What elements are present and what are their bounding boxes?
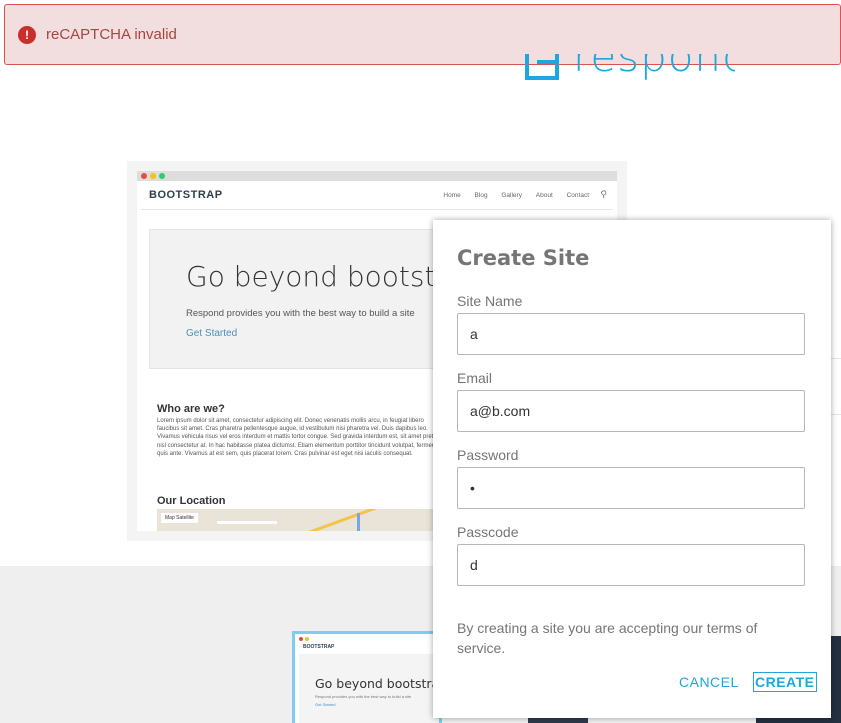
logo-text: respond xyxy=(573,54,735,81)
preview-menu-item: Home xyxy=(443,192,461,199)
exclamation-circle-icon: ! xyxy=(18,26,36,44)
password-input[interactable] xyxy=(457,467,805,509)
preview-hero-subtitle: Respond provides you with the best way t… xyxy=(186,308,415,319)
map-road xyxy=(357,513,360,531)
logo-mark-icon xyxy=(525,54,559,80)
terms-text: By creating a site you are accepting our… xyxy=(457,620,758,656)
passcode-input[interactable] xyxy=(457,544,805,586)
preview-menu-item: About xyxy=(535,192,553,199)
preview-menu-item: Blog xyxy=(474,192,488,199)
passcode-label: Passcode xyxy=(457,524,519,540)
preview-heading-who: Who are we? xyxy=(157,403,225,415)
thumb-link: Get Started xyxy=(315,702,336,707)
divider xyxy=(830,358,841,359)
divider xyxy=(830,414,841,415)
preview-hero-link: Get Started xyxy=(186,328,238,339)
preview-navbar: BOOTSTRAP Home Blog Gallery About Contac… xyxy=(141,181,613,210)
preview-window-chrome xyxy=(137,171,617,181)
preview-heading-location: Our Location xyxy=(157,495,226,507)
preview-map: Map Satellite xyxy=(157,509,447,531)
minimize-dot-icon xyxy=(150,173,156,179)
password-label: Password xyxy=(457,447,519,463)
email-input[interactable] xyxy=(457,390,805,432)
thumb-brand: BOOTSTRAP xyxy=(303,644,335,650)
search-icon: ⚲ xyxy=(600,189,607,199)
site-name-input[interactable] xyxy=(457,313,805,355)
alert-message: reCAPTCHA invalid xyxy=(46,26,177,43)
preview-lorem: Lorem ipsum dolor sit amet, consectetur … xyxy=(157,418,446,457)
respond-logo: respond xyxy=(525,54,735,84)
close-dot-icon xyxy=(141,173,147,179)
email-label: Email xyxy=(457,370,493,386)
site-name-label: Site Name xyxy=(457,293,523,309)
map-road xyxy=(308,509,386,531)
create-site-dialog: Create Site Site Name Email Password Pas… xyxy=(433,220,831,718)
map-type-control: Map Satellite xyxy=(161,513,198,523)
thumb-subtitle: Respond provides you with the best way t… xyxy=(315,694,412,699)
cancel-button[interactable]: CANCEL xyxy=(679,674,739,690)
preview-menu-item: Gallery xyxy=(501,192,522,199)
theme-thumbnail-selected[interactable]: BOOTSTRAP Go beyond bootstrap Respond pr… xyxy=(292,631,442,723)
map-road xyxy=(217,521,277,524)
preview-hero: Go beyond bootstrap Respond provides you… xyxy=(149,229,482,369)
thumb-title: Go beyond bootstrap xyxy=(315,676,442,691)
create-button[interactable]: CREATE xyxy=(753,672,817,692)
preview-menu-item: Contact xyxy=(566,192,589,199)
maximize-dot-icon xyxy=(159,173,165,179)
preview-brand: BOOTSTRAP xyxy=(149,189,223,201)
preview-menu: Home Blog Gallery About Contact xyxy=(431,192,589,199)
close-dot-icon xyxy=(299,637,303,641)
minimize-dot-icon xyxy=(305,637,309,641)
background-list xyxy=(830,220,841,430)
dialog-title: Create Site xyxy=(457,246,590,270)
